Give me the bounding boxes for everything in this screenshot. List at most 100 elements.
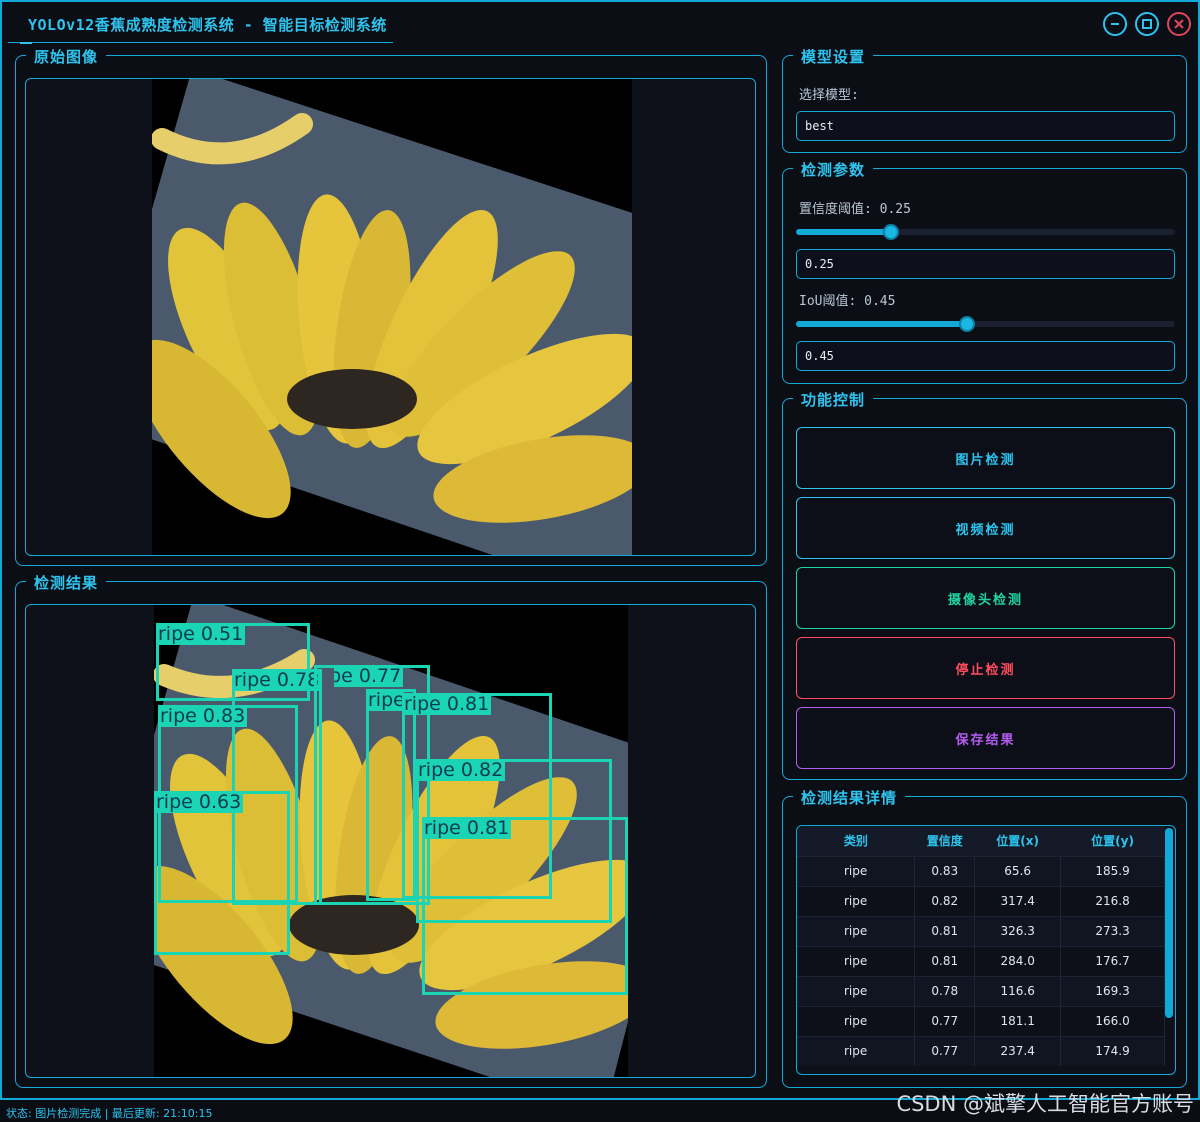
table-cell: 273.3 bbox=[1060, 915, 1165, 946]
function-control-title: 功能控制 bbox=[793, 389, 874, 410]
maximize-icon bbox=[1142, 19, 1152, 29]
detect-params-panel: 检测参数 置信度阈值: 0.25 0.25 IoU阈值: 0.45 0.45 bbox=[782, 159, 1187, 384]
table-cell: 166.0 bbox=[1060, 1005, 1165, 1036]
detection-label: ripe 0.83 bbox=[158, 705, 248, 727]
header-pos-y[interactable]: 位置(y) bbox=[1060, 826, 1165, 856]
image-detect-button[interactable]: 图片检测 bbox=[796, 427, 1175, 489]
close-button[interactable] bbox=[1167, 12, 1191, 36]
confidence-slider[interactable] bbox=[796, 224, 1175, 240]
original-image-frame bbox=[25, 78, 756, 556]
header-confidence[interactable]: 置信度 bbox=[914, 826, 975, 856]
title-accent bbox=[20, 42, 32, 44]
table-cell: ripe bbox=[797, 855, 916, 886]
confidence-slider-handle[interactable] bbox=[882, 224, 899, 240]
table-cell: 176.7 bbox=[1060, 945, 1165, 976]
table-row[interactable]: ripe 0.83 65.6 185.9 bbox=[797, 855, 1165, 886]
table-scrollbar[interactable] bbox=[1165, 828, 1173, 1018]
confidence-slider-fill bbox=[796, 229, 891, 235]
status-text: 状态: 图片检测完成 | 最后更新: 21:10:15 bbox=[6, 1107, 213, 1120]
table-row[interactable]: ripe 0.77 181.1 166.0 bbox=[797, 1005, 1165, 1036]
camera-detect-button[interactable]: 摄像头检测 bbox=[796, 567, 1175, 629]
model-settings-title: 模型设置 bbox=[793, 46, 874, 67]
table-cell: 185.9 bbox=[1060, 855, 1165, 886]
result-table-frame: 类别 置信度 位置(x) 位置(y) ripe 0.83 65.6 185.9 ripe… bbox=[796, 825, 1176, 1075]
table-cell: 216.8 bbox=[1060, 885, 1165, 916]
header-class[interactable]: 类别 bbox=[797, 826, 915, 856]
app-window: YOLOv12香蕉成熟度检测系统 - 智能目标检测系统 原始图像 检测结果 ri… bbox=[0, 0, 1200, 1100]
table-cell: 0.81 bbox=[914, 915, 976, 946]
detect-params-title: 检测参数 bbox=[793, 159, 874, 180]
detection-label: ripe 0.81 bbox=[422, 817, 512, 839]
result-details-panel: 检测结果详情 类别 置信度 位置(x) 位置(y) ripe 0.83 65.6 18… bbox=[782, 787, 1187, 1088]
table-cell: 181.1 bbox=[974, 1005, 1062, 1036]
table-cell: 116.6 bbox=[974, 975, 1062, 1006]
banana-photo bbox=[152, 79, 632, 555]
model-settings-panel: 模型设置 选择模型: best bbox=[782, 46, 1187, 153]
maximize-button[interactable] bbox=[1135, 12, 1159, 36]
table-cell: 284.0 bbox=[974, 945, 1062, 976]
original-image-panel: 原始图像 bbox=[15, 46, 767, 566]
detection-label: ripe 0.63 bbox=[154, 791, 244, 813]
table-cell: 0.78 bbox=[914, 975, 976, 1006]
detection-result-title: 检测结果 bbox=[26, 572, 107, 593]
table-cell: ripe bbox=[797, 1035, 916, 1066]
iou-slider-handle[interactable] bbox=[958, 316, 975, 332]
header-pos-x[interactable]: 位置(x) bbox=[974, 826, 1061, 856]
function-control-panel: 功能控制 图片检测 视频检测 摄像头检测 停止检测 保存结果 bbox=[782, 389, 1187, 780]
watermark: CSDN @斌擎人工智能官方账号 bbox=[896, 1092, 1194, 1116]
minimize-icon bbox=[1111, 23, 1119, 25]
detection-label: ripe 0.81 bbox=[402, 693, 492, 715]
detection-box bbox=[154, 791, 290, 955]
table-cell: 174.9 bbox=[1060, 1035, 1165, 1066]
table-row[interactable]: ripe 0.78 116.6 169.3 bbox=[797, 975, 1165, 1006]
title-divider bbox=[8, 42, 393, 43]
iou-slider[interactable] bbox=[796, 316, 1175, 332]
save-result-button[interactable]: 保存结果 bbox=[796, 707, 1175, 769]
confidence-label: 置信度阈值: 0.25 bbox=[799, 202, 911, 217]
minimize-button[interactable] bbox=[1103, 12, 1127, 36]
table-row[interactable]: ripe 0.77 237.4 174.9 bbox=[797, 1035, 1165, 1066]
detection-label: ripe 0.51 bbox=[156, 623, 246, 645]
model-select[interactable]: best bbox=[796, 111, 1175, 141]
table-cell: ripe bbox=[797, 1005, 916, 1036]
detection-box bbox=[422, 817, 628, 995]
confidence-input[interactable]: 0.25 bbox=[796, 249, 1175, 279]
table-cell: ripe bbox=[797, 975, 916, 1006]
table-cell: ripe bbox=[797, 885, 916, 916]
model-select-label: 选择模型: bbox=[799, 88, 859, 103]
iou-slider-fill bbox=[796, 321, 967, 327]
iou-label: IoU阈值: 0.45 bbox=[799, 294, 896, 309]
table-cell: 169.3 bbox=[1060, 975, 1165, 1006]
table-row[interactable]: ripe 0.81 284.0 176.7 bbox=[797, 945, 1165, 976]
detection-result-panel: 检测结果 ripe 0.51 ripe 0.78 ripe 0.77 ripe … bbox=[15, 572, 767, 1088]
table-row[interactable]: ripe 0.81 326.3 273.3 bbox=[797, 915, 1165, 946]
detection-label: ripe 0.78 bbox=[232, 669, 322, 691]
close-icon bbox=[1174, 19, 1184, 29]
table-cell: 65.6 bbox=[974, 855, 1062, 886]
table-cell: 326.3 bbox=[974, 915, 1062, 946]
table-cell: 0.83 bbox=[914, 855, 976, 886]
detection-label: ripe 0.82 bbox=[416, 759, 506, 781]
table-cell: ripe bbox=[797, 915, 916, 946]
table-cell: 317.4 bbox=[974, 885, 1062, 916]
original-image bbox=[152, 79, 632, 555]
result-table: 类别 置信度 位置(x) 位置(y) ripe 0.83 65.6 185.9 ripe… bbox=[797, 826, 1165, 1066]
table-cell: 0.81 bbox=[914, 945, 976, 976]
table-cell: 0.77 bbox=[914, 1035, 976, 1066]
table-cell: 237.4 bbox=[974, 1035, 1062, 1066]
stop-detect-button[interactable]: 停止检测 bbox=[796, 637, 1175, 699]
table-cell: 0.82 bbox=[914, 885, 976, 916]
original-image-title: 原始图像 bbox=[26, 46, 107, 67]
result-details-title: 检测结果详情 bbox=[793, 787, 906, 808]
table-cell: ripe bbox=[797, 945, 916, 976]
detection-label: ripe 0.77 bbox=[366, 689, 404, 711]
table-row[interactable]: ripe 0.82 317.4 216.8 bbox=[797, 885, 1165, 916]
table-header-row: 类别 置信度 位置(x) 位置(y) bbox=[797, 826, 1165, 856]
video-detect-button[interactable]: 视频检测 bbox=[796, 497, 1175, 559]
detection-result-frame: ripe 0.51 ripe 0.78 ripe 0.77 ripe 0.77 … bbox=[25, 604, 756, 1078]
title-bar: YOLOv12香蕉成熟度检测系统 - 智能目标检测系统 bbox=[2, 2, 1198, 44]
iou-input[interactable]: 0.45 bbox=[796, 341, 1175, 371]
window-title: YOLOv12香蕉成熟度检测系统 - 智能目标检测系统 bbox=[28, 16, 387, 34]
detection-image: ripe 0.51 ripe 0.78 ripe 0.77 ripe 0.77 … bbox=[154, 605, 628, 1077]
table-cell: 0.77 bbox=[914, 1005, 976, 1036]
